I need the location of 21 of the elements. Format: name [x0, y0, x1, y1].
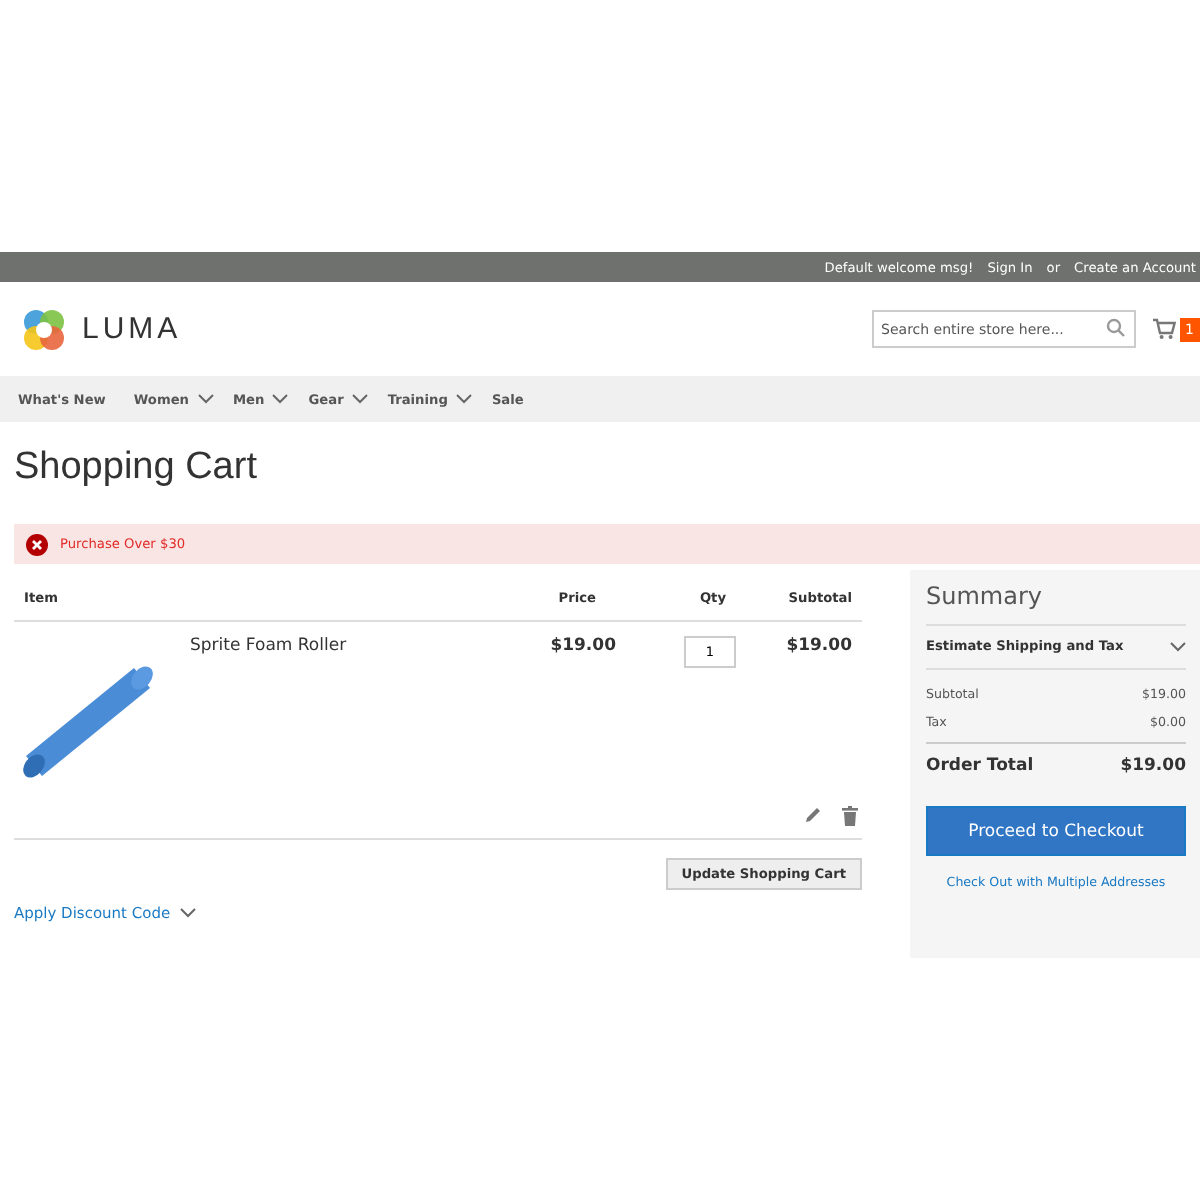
order-total-value: $19.00	[1120, 756, 1186, 776]
chevron-down-icon[interactable]	[455, 394, 472, 404]
price-text: $19.00	[548, 636, 616, 660]
logo-icon[interactable]	[20, 305, 68, 353]
summary-title: Summary	[926, 582, 1186, 626]
cart-icon[interactable]	[1151, 318, 1176, 340]
chevron-down-icon[interactable]	[272, 394, 289, 404]
product-name-link[interactable]: Sprite Foam Roller	[174, 636, 496, 806]
trash-icon[interactable]	[842, 806, 858, 826]
logo-text[interactable]: LUMA	[82, 312, 182, 346]
error-icon	[26, 533, 48, 555]
chevron-down-icon[interactable]	[1170, 641, 1186, 651]
chevron-down-icon[interactable]	[197, 394, 213, 404]
chevron-down-icon[interactable]	[180, 908, 197, 918]
checkout-button[interactable]: Proceed to Checkout	[926, 806, 1186, 856]
page-title: Shopping Cart	[14, 446, 259, 492]
chevron-down-icon[interactable]	[351, 394, 368, 404]
subtotal-text: $19.00	[784, 636, 854, 660]
order-total-label: Order Total	[926, 756, 1034, 776]
search-icon[interactable]	[1105, 318, 1126, 338]
pencil-icon[interactable]	[804, 806, 822, 826]
